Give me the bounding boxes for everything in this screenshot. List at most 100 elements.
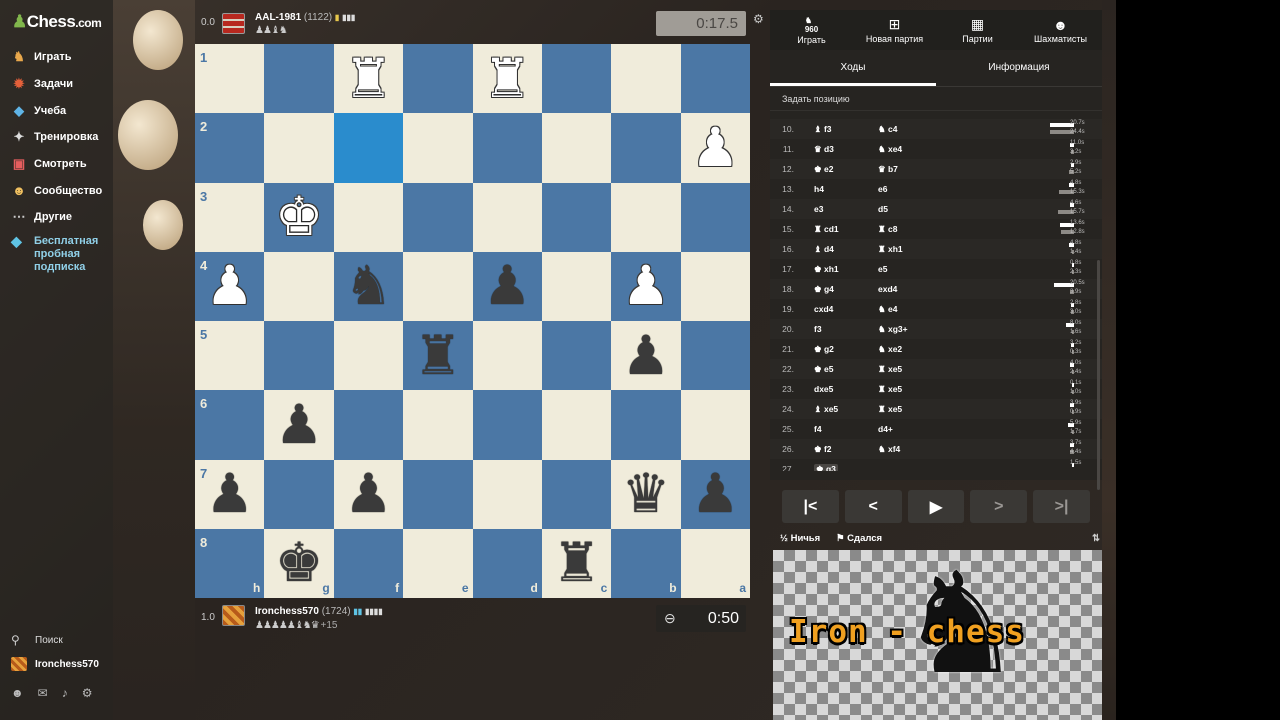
play-button[interactable]: ▶: [907, 490, 965, 523]
move-row[interactable]: 26. ♚ f2 ♞ xf4 3.7s 4.4s: [770, 439, 1102, 459]
move-list[interactable]: 10. ♝ f3 ♞ c4 20.7s 24.4s 11. ♛ d3 ♞ xe4 11.0s 3.…: [770, 111, 1102, 471]
black-pawn-icon[interactable]: ♟: [205, 467, 253, 521]
white-move[interactable]: e3: [814, 204, 823, 214]
chess-logo[interactable]: ♟Chess.com: [12, 12, 102, 32]
white-move[interactable]: cxd4: [814, 304, 833, 314]
tab-info[interactable]: Информация: [936, 50, 1102, 86]
board-square[interactable]: 3: [195, 182, 265, 252]
board-square[interactable]: ♟: [680, 459, 750, 529]
board-square[interactable]: 2: [195, 113, 265, 183]
black-move[interactable]: ♞ e4: [878, 304, 897, 315]
black-move[interactable]: ♞ xf4: [878, 444, 900, 455]
board-square[interactable]: [264, 459, 334, 529]
white-rook-icon[interactable]: ♜: [483, 51, 531, 106]
board-square[interactable]: ♟: [264, 390, 334, 460]
board-square[interactable]: [472, 390, 542, 460]
board-square[interactable]: b: [611, 528, 681, 598]
white-move[interactable]: ♝ f3: [814, 124, 832, 135]
white-move[interactable]: ♜ cd1: [814, 224, 839, 235]
board-square[interactable]: [403, 459, 473, 529]
board-settings-icon[interactable]: ⚙: [753, 12, 764, 26]
board-square[interactable]: ♞: [333, 251, 404, 321]
move-row[interactable]: 19. cxd4 ♞ e4 2.8s 3.0s: [770, 299, 1102, 319]
board-square[interactable]: [680, 321, 750, 391]
move-row[interactable]: 10. ♝ f3 ♞ c4 20.7s 24.4s: [770, 119, 1102, 139]
board-square[interactable]: [541, 321, 612, 391]
white-move[interactable]: ♚ e2: [814, 164, 833, 175]
board-square[interactable]: ♟: [680, 113, 750, 183]
move-row[interactable]: 27. ♚ g3 1.5s: [770, 459, 1102, 471]
board-square[interactable]: [541, 113, 612, 183]
black-queen-icon[interactable]: ♛: [622, 467, 670, 521]
board-square[interactable]: [680, 251, 750, 321]
black-move[interactable]: e5: [878, 264, 887, 274]
nav-puzzles[interactable]: ✹ Задачи: [0, 71, 113, 98]
black-move[interactable]: d5: [878, 204, 888, 214]
white-pawn-icon[interactable]: ♟: [622, 259, 670, 313]
player-name[interactable]: Ironchess570 (1724) ▮▮ ▮▮▮▮: [255, 606, 383, 617]
board-square[interactable]: [611, 44, 681, 114]
board-square[interactable]: ♟: [333, 459, 404, 529]
move-row[interactable]: 22. ♚ e5 ♜ xe5 4.0s 2.4s: [770, 359, 1102, 379]
white-pawn-icon[interactable]: ♟: [691, 120, 739, 175]
black-king-icon[interactable]: ♚: [275, 536, 323, 590]
board-square[interactable]: [333, 321, 404, 391]
nav-more[interactable]: ⋯ Другие: [0, 204, 113, 231]
move-row[interactable]: 24. ♝ xe5 ♜ xe5 3.9s 0.9s: [770, 399, 1102, 419]
board-square[interactable]: [333, 390, 404, 460]
white-move[interactable]: ♝ xe5: [814, 404, 838, 415]
player-avatar[interactable]: [222, 605, 245, 626]
board-square[interactable]: [541, 390, 612, 460]
move-row[interactable]: 15. ♜ cd1 ♜ c8 13.6s 12.8s: [770, 219, 1102, 239]
black-move[interactable]: ♛ b7: [878, 164, 898, 175]
move-row[interactable]: 25. f4 d4+ 5.9s 1.7s: [770, 419, 1102, 439]
notifications-icon[interactable]: ♪: [62, 686, 68, 700]
move-list-scrollbar[interactable]: [1097, 260, 1100, 490]
nav-learn[interactable]: ◆ Учеба: [0, 97, 113, 124]
board-square[interactable]: [264, 321, 334, 391]
board-square[interactable]: [541, 44, 612, 114]
black-pawn-icon[interactable]: ♟: [622, 328, 670, 383]
board-square[interactable]: ♜: [333, 44, 404, 114]
nav-free-trial[interactable]: ◆ Бесплатная пробная подписка: [0, 234, 113, 274]
draw-button[interactable]: ½ Ничья: [780, 533, 820, 544]
black-move[interactable]: ♞ xg3+: [878, 324, 908, 335]
board-square[interactable]: [611, 113, 681, 183]
tab-new-game[interactable]: ⊞ Новая партия: [853, 10, 936, 50]
board-square[interactable]: [403, 44, 473, 114]
black-move[interactable]: e6: [878, 184, 887, 194]
black-move[interactable]: ♞ c4: [878, 124, 897, 135]
board-square[interactable]: [264, 251, 334, 321]
white-move[interactable]: dxe5: [814, 384, 833, 394]
board-square[interactable]: [264, 44, 334, 114]
board-square[interactable]: [403, 251, 473, 321]
white-move[interactable]: h4: [814, 184, 824, 194]
board-square[interactable]: [680, 182, 750, 252]
white-move[interactable]: ♚ g4: [814, 284, 834, 295]
messages-icon[interactable]: ✉: [38, 686, 48, 700]
next-move-button[interactable]: >: [970, 490, 1028, 523]
board-square[interactable]: [472, 459, 542, 529]
board-square[interactable]: [403, 182, 473, 252]
board-square[interactable]: [680, 44, 750, 114]
white-move[interactable]: ♛ d3: [814, 144, 834, 155]
white-move[interactable]: ♚ xh1: [814, 264, 839, 275]
board-square[interactable]: d: [472, 528, 542, 598]
board-square[interactable]: c ♜: [541, 528, 612, 598]
move-row[interactable]: 13. h4 e6 4.8s 15.3s: [770, 179, 1102, 199]
white-move[interactable]: ♚ f2: [814, 444, 832, 455]
black-rook-icon[interactable]: ♜: [414, 328, 462, 383]
board-square[interactable]: ♚: [264, 182, 334, 252]
opponent-name[interactable]: AAL-1981 (1122) ▮ ▮▮▮: [255, 12, 355, 23]
board-square[interactable]: 1: [195, 44, 265, 114]
board-square[interactable]: g ♚: [264, 528, 334, 598]
move-row[interactable]: 16. ♝ d4 ♜ xh1 4.8s 1.4s: [770, 239, 1102, 259]
move-row[interactable]: 23. dxe5 ♜ xe5 0.1s 1.0s: [770, 379, 1102, 399]
board-square[interactable]: [264, 113, 334, 183]
prev-move-button[interactable]: <: [844, 490, 902, 523]
board-square[interactable]: a: [680, 528, 750, 598]
white-move[interactable]: ♚ g2: [814, 344, 834, 355]
board-square[interactable]: ♟: [472, 251, 542, 321]
white-rook-icon[interactable]: ♜: [344, 51, 392, 106]
white-move[interactable]: f4: [814, 424, 822, 434]
